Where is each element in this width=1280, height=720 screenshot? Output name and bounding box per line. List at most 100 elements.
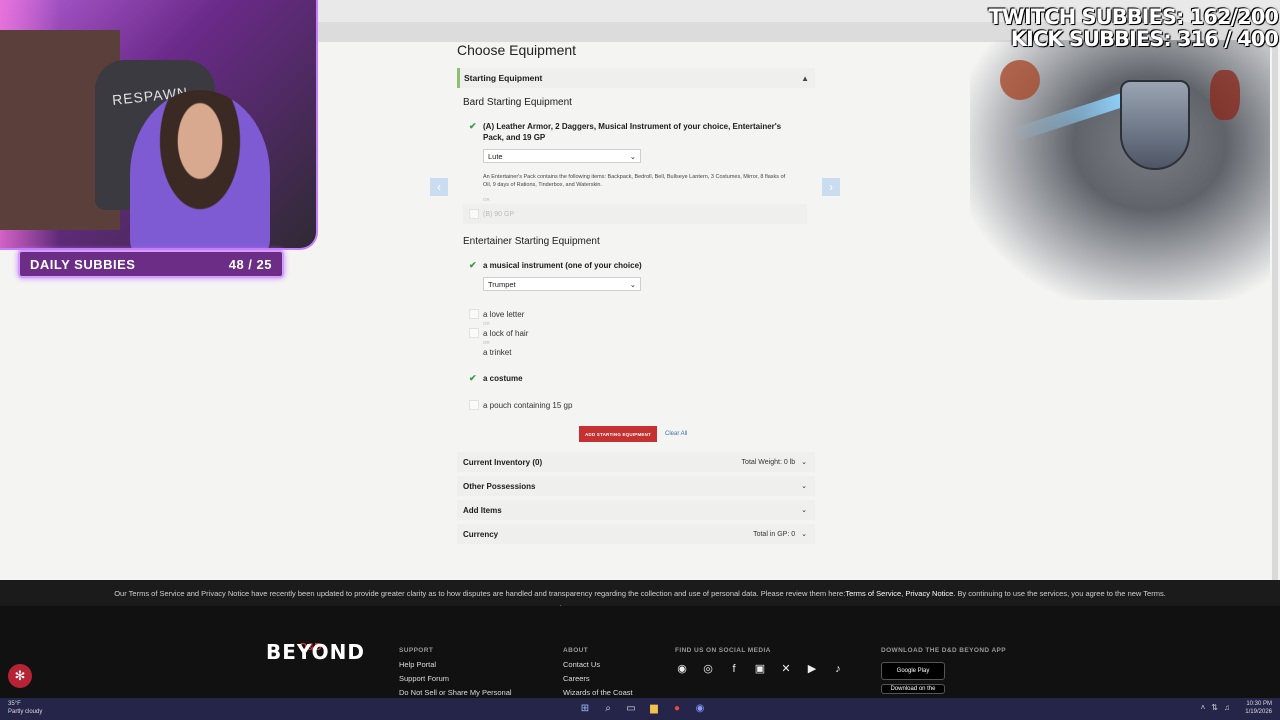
option-b-row[interactable]: (B) 90 GP: [463, 204, 807, 224]
terms-of-service-link[interactable]: Terms of Service: [845, 589, 901, 598]
chevron-up-icon[interactable]: ˄: [1201, 703, 1206, 712]
webcam-person: [130, 90, 270, 248]
add-items-label: Add Items: [463, 505, 502, 515]
dndbeyond-logo[interactable]: BEYOND: [266, 640, 365, 664]
or-divider: OR: [483, 197, 490, 202]
add-starting-equipment-button[interactable]: ADD STARTING EQUIPMENT: [579, 426, 657, 442]
instrument-select-value: Trumpet: [488, 279, 516, 289]
discord-app-icon[interactable]: ◉: [693, 701, 707, 715]
option-a-row[interactable]: ✔ (A) Leather Armor, 2 Daggers, Musical …: [469, 121, 815, 143]
instrument-select[interactable]: Trumpet ⌄: [483, 277, 641, 291]
twitch-subbies-counter: TWITCH SUBBIES: 162/200: [988, 5, 1279, 29]
checkbox-empty-icon: [469, 209, 479, 219]
equipment-panel: Choose Equipment Starting Equipment ▲ Ba…: [457, 40, 815, 544]
system-clock[interactable]: 10:30 PM 1/19/2026: [1245, 700, 1272, 716]
webcam-overlay: RESPAWN: [0, 0, 318, 250]
instagram-icon[interactable]: ◎: [701, 662, 715, 676]
starting-equipment-label: Starting Equipment: [464, 73, 543, 83]
bard-equipment-title: Bard Starting Equipment: [463, 97, 572, 108]
currency-header[interactable]: Currency Total in GP: 0 ⌄: [457, 524, 815, 544]
footer-link[interactable]: Careers: [563, 672, 633, 686]
google-play-button[interactable]: Google Play: [881, 662, 945, 680]
tiktok-icon[interactable]: ♪: [831, 662, 845, 676]
footer-link[interactable]: Help Portal: [399, 658, 512, 672]
total-weight: Total Weight: 0 lb: [741, 458, 796, 466]
weather-widget[interactable]: 35°F Partly cloudy: [8, 700, 42, 716]
daily-subbies-value: 48 / 25: [228, 256, 272, 272]
terms-text: Our Terms of Service and Privacy Notice …: [114, 588, 846, 598]
entertainer-equipment-title: Entertainer Starting Equipment: [463, 236, 600, 247]
app-heading: DOWNLOAD THE D&D BEYOND APP: [881, 647, 1007, 654]
file-explorer-icon[interactable]: ▆: [647, 701, 661, 715]
love-letter-option[interactable]: a love letter: [469, 307, 815, 321]
lock-of-hair-option[interactable]: a lock of hair: [469, 326, 815, 340]
site-footer: D&D BEYOND SUPPORT Help Portal Support F…: [0, 606, 1280, 698]
system-tray-icons: ˄ ⇅ ♫: [1201, 703, 1230, 712]
clear-all-link[interactable]: Clear All: [665, 431, 687, 437]
daily-subbies-widget: DAILY SUBBIES 48 / 25: [18, 250, 284, 278]
equipment-actions: ADD STARTING EQUIPMENT Clear All: [579, 426, 815, 442]
pouch-label: a pouch containing 15 gp: [483, 400, 573, 410]
footer-link[interactable]: Contact Us: [563, 658, 633, 672]
current-inventory-header[interactable]: Current Inventory (0) Total Weight: 0 lb…: [457, 452, 815, 472]
kick-subbies-counter: KICK SUBBIES: 316 / 400: [1010, 27, 1279, 51]
support-column: SUPPORT Help Portal Support Forum Do Not…: [399, 644, 512, 700]
add-items-header[interactable]: Add Items ⌄: [457, 500, 815, 520]
clock-date: 1/19/2026: [1245, 709, 1272, 715]
windows-taskbar: 35°F Partly cloudy ⊞ ⌕ ▭ ▆ ● ◉ ˄ ⇅ ♫ 10:…: [0, 698, 1280, 720]
checkmark-icon: ✔: [469, 372, 477, 383]
volume-icon[interactable]: ♫: [1224, 703, 1230, 712]
network-icon[interactable]: ⇅: [1211, 703, 1218, 712]
facebook-icon[interactable]: f: [727, 662, 741, 676]
youtube-icon[interactable]: ▶: [805, 662, 819, 676]
love-letter-label: a love letter: [483, 309, 525, 319]
app-store-button[interactable]: Download on the: [881, 684, 945, 694]
page-scrollbar[interactable]: [1272, 44, 1278, 584]
app-column: DOWNLOAD THE D&D BEYOND APP Google Play …: [881, 644, 1006, 694]
twitch-icon[interactable]: ▣: [753, 662, 767, 676]
checkbox-empty-icon: [469, 400, 479, 410]
chevron-down-icon: ⌄: [801, 459, 807, 466]
chrome-icon[interactable]: ●: [670, 701, 684, 715]
chevron-right-icon: ›: [829, 180, 833, 194]
art-creature: [1000, 60, 1040, 100]
daily-subbies-label: DAILY SUBBIES: [30, 256, 136, 272]
support-heading: SUPPORT: [399, 647, 434, 654]
task-view-icon[interactable]: ▭: [624, 701, 638, 715]
chevron-down-icon: ⌄: [801, 531, 807, 538]
option-a-select-value: Lute: [488, 151, 503, 161]
settings-gear-icon[interactable]: ✻: [8, 664, 32, 688]
entertainer-pack-note: An Entertainer's Pack contains the follo…: [483, 174, 786, 188]
footer-link[interactable]: Support Forum: [399, 672, 512, 686]
taskbar-apps: ⊞ ⌕ ▭ ▆ ● ◉: [578, 701, 707, 715]
privacy-notice-link[interactable]: Privacy Notice: [905, 589, 953, 598]
x-icon[interactable]: ✕: [779, 662, 793, 676]
page-title: Choose Equipment: [457, 42, 577, 58]
prev-step-button[interactable]: ‹: [430, 178, 448, 196]
social-icons: ◉ ◎ f ▣ ✕ ▶ ♪: [675, 662, 845, 676]
background-artwork: [970, 40, 1270, 300]
windows-start-icon[interactable]: ⊞: [578, 701, 592, 715]
checkmark-icon: ✔: [469, 260, 477, 270]
chevron-down-icon: ⌄: [801, 483, 807, 490]
art-knight-shield: [1120, 80, 1190, 170]
next-step-button[interactable]: ›: [822, 178, 840, 196]
discord-icon[interactable]: ◉: [675, 662, 689, 676]
costume-label: a costume: [483, 373, 523, 383]
pouch-option[interactable]: a pouch containing 15 gp: [469, 398, 815, 412]
costume-option[interactable]: ✔ a costume: [469, 371, 815, 385]
instrument-option-row[interactable]: ✔ a musical instrument (one of your choi…: [469, 260, 815, 271]
option-a-instrument-select[interactable]: Lute ⌄: [483, 149, 641, 163]
about-heading: ABOUT: [563, 647, 589, 654]
checkmark-icon: ✔: [469, 121, 477, 131]
about-column: ABOUT Contact Us Careers Wizards of the …: [563, 644, 633, 700]
chevron-down-icon: ⌄: [629, 279, 636, 289]
chevron-left-icon: ‹: [437, 180, 441, 194]
search-icon[interactable]: ⌕: [601, 701, 615, 715]
option-b-label: (B) 90 GP: [483, 210, 515, 218]
other-possessions-label: Other Possessions: [463, 481, 536, 491]
trinket-option[interactable]: a trinket: [469, 345, 815, 359]
other-possessions-header[interactable]: Other Possessions ⌄: [457, 476, 815, 496]
checkbox-empty-icon: [469, 309, 479, 319]
starting-equipment-header[interactable]: Starting Equipment ▲: [457, 68, 815, 88]
